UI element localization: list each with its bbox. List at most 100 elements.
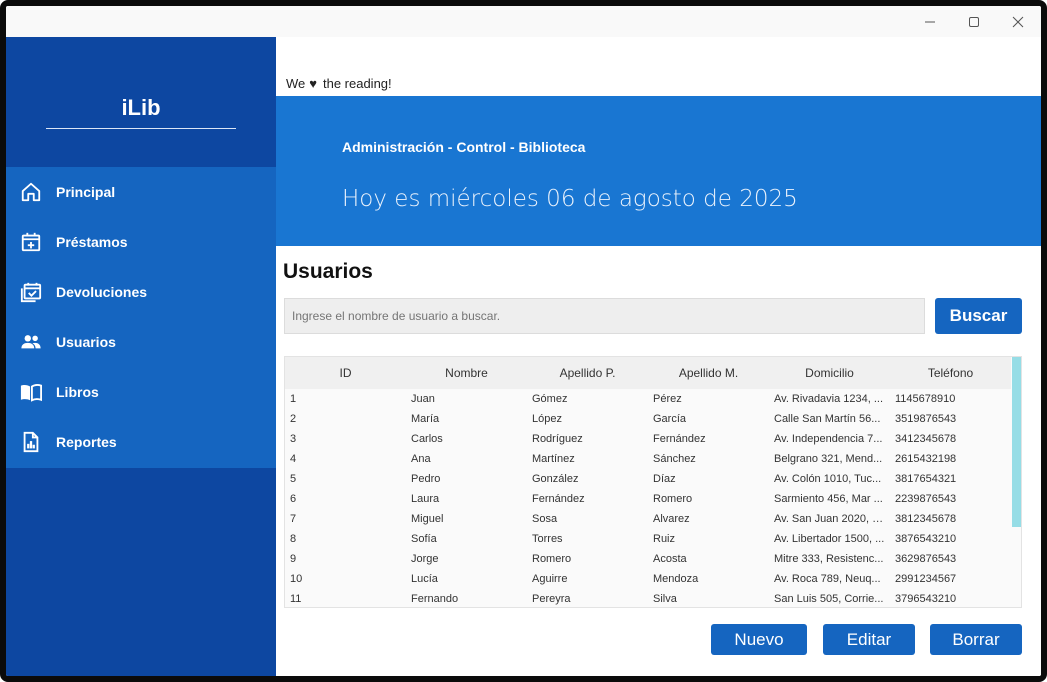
report-chart-icon bbox=[23, 431, 39, 453]
table-cell: Rodríguez bbox=[532, 433, 583, 445]
app-logo-text: iLib bbox=[121, 95, 161, 120]
table-cell: García bbox=[653, 413, 687, 425]
table-row[interactable]: 1 Juan Gómez Pérez Av. Rivadavia 1234, ... 11… bbox=[285, 389, 1011, 409]
table-cell: 5 bbox=[290, 473, 297, 485]
table-cell: López bbox=[532, 413, 562, 425]
minimize-button[interactable] bbox=[908, 6, 952, 37]
table-cell: Av. Colón 1010, Tuc... bbox=[774, 473, 882, 485]
table-cell: 4 bbox=[290, 453, 297, 465]
table-scrollbar[interactable] bbox=[1011, 357, 1021, 607]
table-cell: Calle San Martín 56... bbox=[774, 413, 881, 425]
column-header-apellido-p[interactable]: Apellido P. bbox=[527, 357, 648, 389]
table-cell: Sarmiento 456, Mar ... bbox=[774, 493, 883, 505]
sidebar-item-label: Reportes bbox=[56, 434, 117, 450]
table-row[interactable]: 10 Lucía Aguirre Mendoza Av. Roca 789, Neuq.… bbox=[285, 569, 1011, 589]
table-cell: Alvarez bbox=[653, 513, 690, 525]
users-icon bbox=[21, 335, 41, 349]
column-header-domicilio[interactable]: Domicilio bbox=[769, 357, 890, 389]
table-cell: 6 bbox=[290, 493, 297, 505]
table-cell: Laura bbox=[411, 493, 440, 505]
sidebar-item-label: Principal bbox=[56, 184, 116, 200]
new-button[interactable]: Nuevo bbox=[711, 624, 807, 655]
table-cell: Sánchez bbox=[653, 453, 696, 465]
sidebar-item-usuarios[interactable]: Usuarios bbox=[6, 317, 276, 367]
table-cell: 3876543210 bbox=[895, 533, 957, 545]
table-cell: 1 bbox=[290, 393, 297, 405]
table-cell: Fernández bbox=[653, 433, 706, 445]
table-cell: 3817654321 bbox=[895, 473, 957, 485]
sidebar-item-label: Devoluciones bbox=[56, 284, 148, 300]
table-cell: Miguel bbox=[411, 513, 444, 525]
edit-button[interactable]: Editar bbox=[823, 624, 915, 655]
table-row[interactable]: 6 Laura Fernández Romero Sarmiento 456, Mar … bbox=[285, 489, 1011, 509]
table-row[interactable]: 11 Fernando Pereyra Silva San Luis 505, Corr… bbox=[285, 589, 1011, 607]
search-button[interactable]: Buscar bbox=[935, 298, 1022, 334]
table-cell: 10 bbox=[290, 573, 303, 585]
table-cell: Torres bbox=[532, 533, 563, 545]
close-button[interactable] bbox=[996, 6, 1040, 37]
table-cell: Mendoza bbox=[653, 573, 699, 585]
column-header-id[interactable]: ID bbox=[285, 357, 406, 389]
sidebar-item-principal[interactable]: Principal bbox=[6, 167, 276, 217]
table-cell: Av. San Juan 2020, S... bbox=[774, 513, 887, 525]
tagline: We ♥ the reading! bbox=[286, 76, 392, 91]
calendar-plus-icon bbox=[21, 232, 41, 252]
header-banner: Administración - Control - Biblioteca Ho… bbox=[276, 96, 1041, 246]
table-cell: González bbox=[532, 473, 579, 485]
table-row[interactable]: 3 Carlos Rodríguez Fernández Av. Independenc… bbox=[285, 429, 1011, 449]
sidebar-item-devoluciones[interactable]: Devoluciones bbox=[6, 267, 276, 317]
table-cell: 8 bbox=[290, 533, 297, 545]
heart-icon: ♥ bbox=[309, 76, 317, 91]
table-cell: 2 bbox=[290, 413, 297, 425]
table-cell: San Luis 505, Corrie... bbox=[774, 593, 884, 605]
app-window: iLib Principal Préstamos Devoluciones Us… bbox=[0, 0, 1047, 682]
table-row[interactable]: 2 María López García Calle San Martín 56... 3… bbox=[285, 409, 1011, 429]
open-book-icon bbox=[20, 384, 42, 402]
title-bar bbox=[6, 6, 1041, 37]
sidebar-item-prestamos[interactable]: Préstamos bbox=[6, 217, 276, 267]
home-icon bbox=[21, 182, 41, 202]
brand-divider bbox=[46, 128, 236, 129]
table-cell: Romero bbox=[653, 493, 693, 505]
delete-button[interactable]: Borrar bbox=[930, 624, 1022, 655]
maximize-button[interactable] bbox=[952, 6, 996, 37]
search-input[interactable] bbox=[284, 298, 925, 334]
table-cell: Lucía bbox=[411, 573, 438, 585]
table-row[interactable]: 4 Ana Martínez Sánchez Belgrano 321, Mend...… bbox=[285, 449, 1011, 469]
table-cell: Díaz bbox=[653, 473, 676, 485]
column-header-nombre[interactable]: Nombre bbox=[406, 357, 527, 389]
banner-subtitle: Administración - Control - Biblioteca bbox=[342, 139, 586, 155]
table-row[interactable]: 8 Sofía Torres Ruiz Av. Libertador 1500, ...… bbox=[285, 529, 1011, 549]
column-header-telefono[interactable]: Teléfono bbox=[890, 357, 1011, 389]
table-cell: 2239876543 bbox=[895, 493, 957, 505]
table-row[interactable]: 5 Pedro González Díaz Av. Colón 1010, Tuc...… bbox=[285, 469, 1011, 489]
table-cell: 3519876543 bbox=[895, 413, 957, 425]
column-header-apellido-m[interactable]: Apellido M. bbox=[648, 357, 769, 389]
table-cell: 1145678910 bbox=[895, 393, 956, 405]
table-cell: Pérez bbox=[653, 393, 682, 405]
table-header: ID Nombre Apellido P. Apellido M. Domici… bbox=[285, 357, 1011, 389]
table-row[interactable]: 7 Miguel Sosa Alvarez Av. San Juan 2020, S..… bbox=[285, 509, 1011, 529]
table-cell: 7 bbox=[290, 513, 297, 525]
sidebar-nav: Principal Préstamos Devoluciones Usuario… bbox=[6, 167, 276, 468]
table-cell: Av. Rivadavia 1234, ... bbox=[774, 393, 884, 405]
sidebar-item-reportes[interactable]: Reportes bbox=[6, 417, 276, 467]
table-cell: 3796543210 bbox=[895, 593, 957, 605]
current-date: Hoy es miércoles 06 de agosto de 2025 bbox=[342, 186, 798, 212]
table-cell: Silva bbox=[653, 593, 677, 605]
sidebar-item-label: Libros bbox=[56, 384, 99, 400]
tagline-rest: the reading! bbox=[322, 76, 392, 91]
table-body: 1 Juan Gómez Pérez Av. Rivadavia 1234, ... 11… bbox=[285, 389, 1011, 607]
scrollbar-thumb[interactable] bbox=[1012, 357, 1021, 527]
sidebar-item-libros[interactable]: Libros bbox=[6, 367, 276, 417]
table-cell: Carlos bbox=[411, 433, 443, 445]
table-cell: 2615432198 bbox=[895, 453, 957, 465]
table-cell: Fernando bbox=[411, 593, 459, 605]
table-cell: 3812345678 bbox=[895, 513, 957, 525]
table-cell: Jorge bbox=[411, 553, 439, 565]
table-cell: Belgrano 321, Mend... bbox=[774, 453, 883, 465]
table-cell: Acosta bbox=[653, 553, 687, 565]
calendar-check-icon bbox=[20, 282, 42, 303]
table-row[interactable]: 9 Jorge Romero Acosta Mitre 333, Resistenc..… bbox=[285, 549, 1011, 569]
table-cell: 2991234567 bbox=[895, 573, 957, 585]
